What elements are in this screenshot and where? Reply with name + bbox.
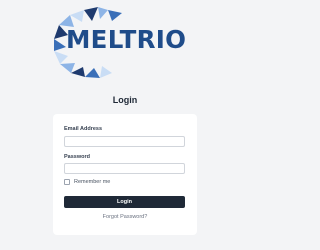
remember-me-checkbox[interactable] (64, 179, 70, 185)
email-label: Email Address (64, 126, 103, 132)
password-label: Password (64, 154, 90, 160)
password-field[interactable] (64, 163, 185, 174)
email-field[interactable] (64, 136, 185, 147)
forgot-password-link[interactable]: Forgot Password? (53, 214, 197, 220)
meltrio-logo: MELTRIO (50, 5, 200, 81)
brand-name: MELTRIO (66, 25, 187, 54)
login-card: Email Address Password Remember me Login… (53, 114, 197, 235)
remember-me[interactable]: Remember me (64, 179, 110, 185)
login-page: MELTRIO Login Email Address Password Rem… (0, 0, 250, 250)
page-title: Login (112, 95, 138, 105)
remember-me-label: Remember me (74, 179, 111, 185)
login-button[interactable]: Login (64, 196, 185, 208)
